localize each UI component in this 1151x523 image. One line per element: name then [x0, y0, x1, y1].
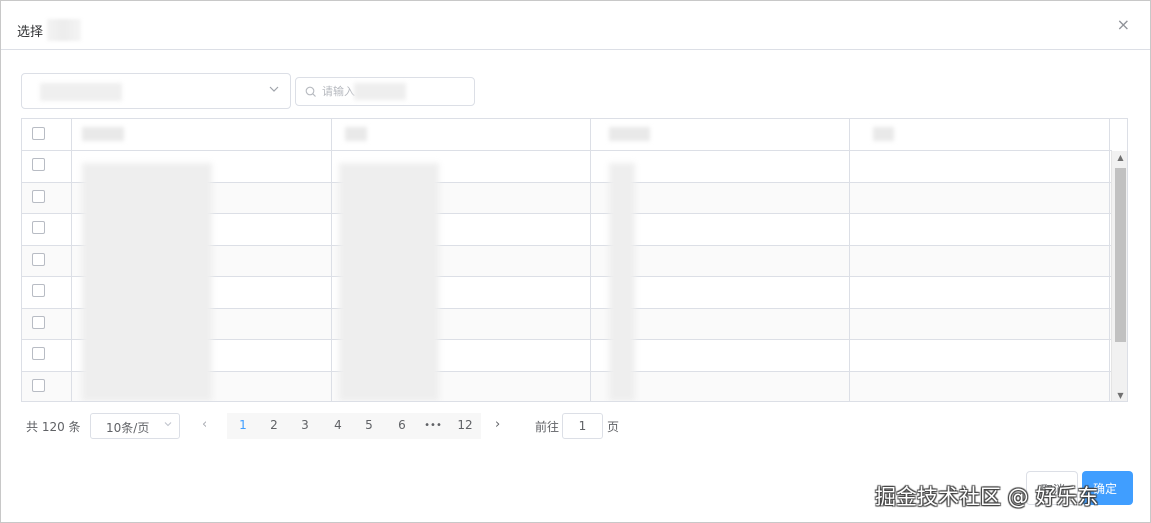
dialog-title-redacted [47, 19, 81, 41]
data-table: ▲ ▼ [21, 118, 1128, 402]
row-checkbox[interactable] [32, 315, 45, 329]
watermark: 掘金技术社区 @ 好乐东 [875, 485, 1099, 509]
column-divider [849, 119, 850, 401]
row-checkbox[interactable] [32, 347, 45, 360]
page-1[interactable]: 1 [231, 418, 255, 432]
search-icon [304, 84, 318, 98]
column-3-redacted [609, 163, 635, 401]
scrollbar-thumb[interactable] [1115, 168, 1126, 342]
page-3[interactable]: 3 [293, 418, 317, 432]
page-5[interactable]: 5 [357, 418, 381, 432]
category-select[interactable] [21, 73, 291, 109]
column-header-1 [82, 127, 124, 141]
search-field[interactable] [295, 77, 475, 106]
column-divider [331, 119, 332, 401]
column-divider [590, 119, 591, 401]
column-header-4 [873, 127, 894, 141]
column-1-redacted [82, 163, 212, 401]
goto-page-input[interactable]: 1 [562, 413, 603, 439]
page-size-select[interactable]: 10条/页 [90, 413, 180, 439]
select-all-checkbox[interactable] [32, 127, 45, 140]
goto-label: 前往 [535, 420, 560, 434]
column-divider [1109, 119, 1110, 401]
dialog-title: 选择 [17, 25, 44, 40]
prev-page-icon[interactable]: ‹ [202, 417, 207, 432]
row-checkbox[interactable] [32, 252, 45, 266]
scroll-up-icon[interactable]: ▲ [1112, 153, 1127, 162]
page-list: 1 2 3 4 5 6 ••• 12 [227, 413, 481, 439]
select-value-redacted [40, 83, 122, 101]
row-checkbox[interactable] [32, 378, 45, 392]
column-2-redacted [339, 163, 439, 401]
page-6[interactable]: 6 [390, 418, 414, 432]
page-2[interactable]: 2 [262, 418, 286, 432]
table-header [22, 119, 1112, 151]
search-placeholder-redacted [354, 83, 406, 100]
row-checkbox[interactable] [32, 189, 45, 203]
vertical-scrollbar[interactable]: ▲ ▼ [1111, 151, 1127, 401]
pagination: 共 120 条 10条/页 ‹ 1 2 3 4 5 6 ••• 12 › 前往 … [21, 413, 641, 439]
chevron-down-icon [163, 419, 173, 432]
page-12[interactable]: 12 [453, 418, 477, 432]
next-page-icon[interactable]: › [495, 417, 500, 432]
row-checkbox[interactable] [32, 221, 45, 234]
row-checkbox[interactable] [32, 158, 45, 171]
column-header-3 [609, 127, 650, 141]
goto-suffix: 页 [607, 420, 620, 434]
more-pages-icon[interactable]: ••• [421, 420, 445, 431]
column-divider [71, 119, 72, 401]
column-header-2 [345, 127, 367, 141]
close-icon[interactable]: × [1117, 15, 1130, 35]
total-count: 共 120 条 [26, 420, 81, 434]
dialog-header: 选择 × [1, 1, 1150, 50]
page-size-value: 10条/页 [106, 421, 150, 435]
chevron-down-icon [268, 83, 280, 98]
row-checkbox[interactable] [32, 284, 45, 297]
page-4[interactable]: 4 [326, 418, 350, 432]
select-dialog: 选择 × 请输入 ▲ ▼ 共 120 条 10条/页 ‹ 1 2 3 4 5 6… [0, 0, 1151, 523]
scroll-down-icon[interactable]: ▼ [1112, 391, 1127, 400]
